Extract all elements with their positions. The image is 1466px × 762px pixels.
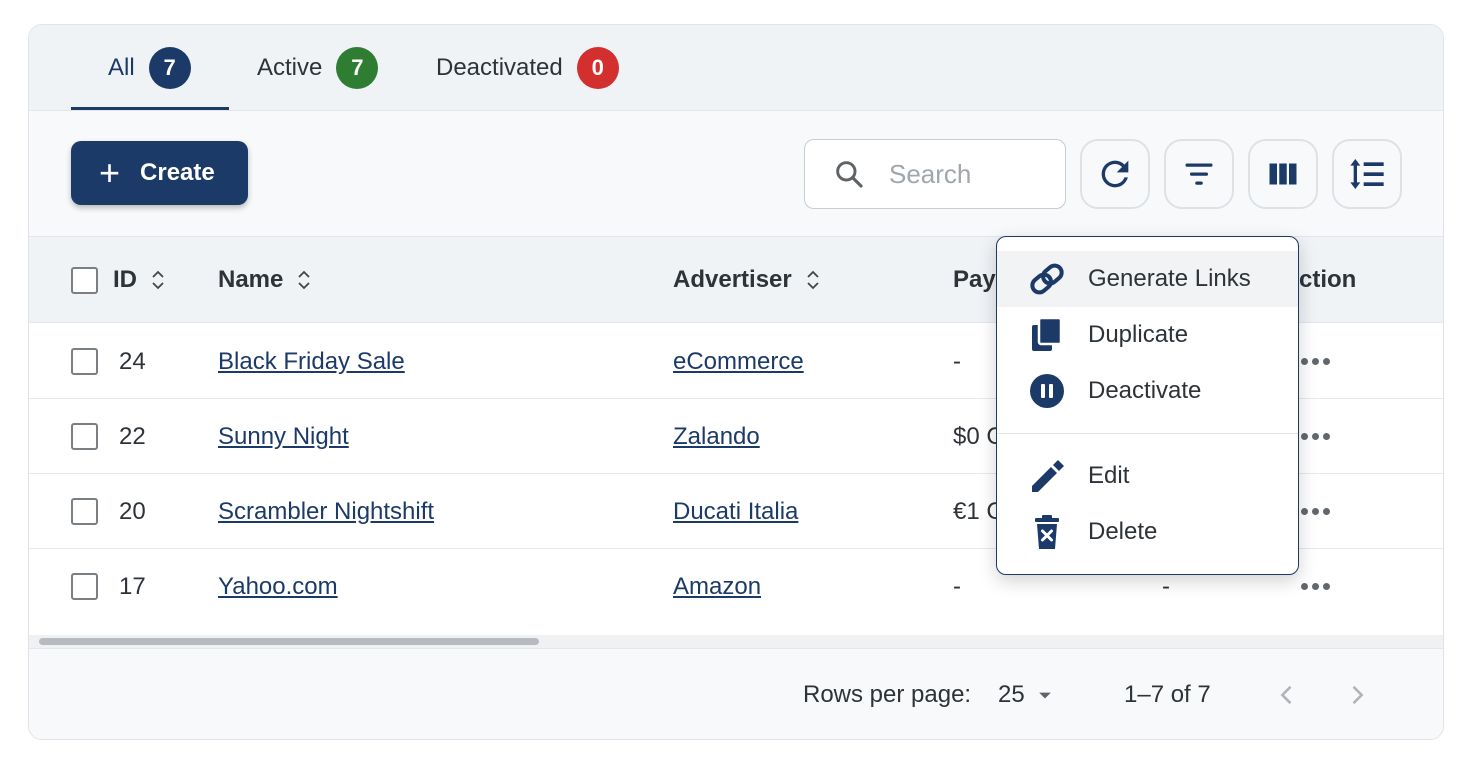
sort-icon: [152, 270, 164, 290]
scrollbar-thumb[interactable]: [39, 638, 539, 645]
pause-circle-icon: [1027, 371, 1067, 411]
menu-divider: [997, 433, 1298, 434]
menu-item-deactivate[interactable]: Deactivate: [997, 363, 1298, 419]
horizontal-scrollbar[interactable]: [29, 635, 1443, 649]
chevron-right-icon: [1352, 685, 1364, 705]
advertiser-link[interactable]: Amazon: [673, 573, 761, 601]
row-checkbox[interactable]: [71, 423, 98, 450]
tab-deactivated[interactable]: Deactivated 0: [436, 25, 619, 111]
menu-item-delete[interactable]: Delete: [997, 504, 1298, 560]
pagination-range: 1–7 of 7: [1124, 681, 1211, 708]
header-action-label: ction: [1299, 266, 1357, 293]
tab-deactivated-count-badge: 0: [576, 47, 619, 89]
rows-per-page-select[interactable]: 25: [998, 649, 1059, 739]
search-input[interactable]: [889, 158, 1039, 190]
more-actions-icon[interactable]: [1301, 508, 1330, 515]
row-actions-menu: Generate Links Duplicate Deactivate Edit…: [996, 236, 1299, 575]
row-id: 24: [119, 347, 146, 375]
header-id-label: ID: [113, 266, 137, 293]
trash-icon: [1027, 512, 1067, 552]
menu-item-generate-links[interactable]: Generate Links: [997, 251, 1298, 307]
campaign-name-link[interactable]: Yahoo.com: [218, 573, 338, 601]
tab-bar: All 7 Active 7 Deactivated 0: [29, 25, 1443, 111]
row-id: 22: [119, 422, 146, 450]
pencil-icon: [1027, 456, 1067, 496]
header-name[interactable]: Name: [218, 237, 313, 323]
header-payout-label: Pay: [953, 266, 996, 293]
more-actions-icon[interactable]: [1301, 358, 1330, 365]
row-payout: -: [953, 572, 961, 600]
menu-item-duplicate[interactable]: Duplicate: [997, 307, 1298, 363]
menu-item-edit[interactable]: Edit: [997, 448, 1298, 504]
row-id: 17: [119, 572, 146, 600]
more-actions-icon[interactable]: [1301, 433, 1330, 440]
header-name-label: Name: [218, 266, 284, 293]
rows-per-page-label: Rows per page:: [803, 681, 972, 708]
select-all-checkbox[interactable]: [71, 266, 98, 294]
row-checkbox[interactable]: [71, 498, 98, 525]
filter-icon: [1185, 163, 1213, 185]
refresh-icon: [1101, 160, 1129, 188]
duplicate-icon: [1027, 315, 1067, 355]
chevron-down-icon: [1038, 692, 1051, 699]
menu-item-label: Deactivate: [1088, 377, 1202, 404]
active-tab-indicator: [71, 107, 229, 110]
sort-icon: [298, 270, 311, 290]
search-box[interactable]: [804, 139, 1066, 209]
menu-item-label: Generate Links: [1088, 265, 1251, 292]
tab-all[interactable]: All 7: [108, 25, 191, 111]
link-icon: [1027, 259, 1067, 299]
select-all-cell: [71, 237, 98, 323]
campaign-name-link[interactable]: Scrambler Nightshift: [218, 498, 434, 526]
advertiser-link[interactable]: Zalando: [673, 423, 760, 451]
pagination-footer: Rows per page: 25 1–7 of 7: [29, 649, 1443, 739]
next-page-button[interactable]: [1339, 677, 1375, 713]
tab-active[interactable]: Active 7: [257, 25, 379, 111]
more-actions-icon[interactable]: [1301, 583, 1330, 590]
row-checkbox[interactable]: [71, 348, 98, 375]
menu-item-label: Edit: [1088, 462, 1130, 489]
advertiser-link[interactable]: eCommerce: [673, 348, 804, 376]
density-button[interactable]: [1332, 139, 1402, 209]
refresh-button[interactable]: [1080, 139, 1150, 209]
sort-icon: [807, 270, 819, 290]
tab-active-label: Active: [257, 54, 323, 81]
columns-button[interactable]: [1248, 139, 1318, 209]
header-advertiser-label: Advertiser: [673, 266, 792, 293]
header-id[interactable]: ID: [113, 237, 167, 323]
plus-icon: +: [99, 152, 121, 193]
campaign-name-link[interactable]: Black Friday Sale: [218, 348, 405, 376]
row-id: 20: [119, 497, 146, 525]
filter-button[interactable]: [1164, 139, 1234, 209]
tab-all-label: All: [108, 54, 135, 81]
rows-per-page-value: 25: [998, 681, 1025, 708]
campaign-name-link[interactable]: Sunny Night: [218, 423, 349, 451]
menu-item-label: Delete: [1088, 518, 1158, 545]
previous-page-button[interactable]: [1269, 677, 1305, 713]
header-payout[interactable]: Pay: [953, 237, 996, 323]
tab-active-count-badge: 7: [336, 47, 379, 89]
density-icon: [1350, 159, 1384, 189]
chevron-left-icon: [1280, 685, 1292, 705]
tab-deactivated-label: Deactivated: [436, 54, 563, 81]
create-button[interactable]: + Create: [71, 141, 248, 205]
row-checkbox[interactable]: [71, 573, 98, 600]
create-button-label: Create: [140, 159, 215, 186]
tab-all-count-badge: 7: [148, 47, 191, 89]
menu-item-label: Duplicate: [1088, 321, 1189, 348]
advertiser-link[interactable]: Ducati Italia: [673, 498, 798, 526]
search-icon: [836, 161, 863, 188]
row-payout: -: [953, 347, 961, 375]
header-action: ction: [1299, 237, 1356, 323]
header-advertiser[interactable]: Advertiser: [673, 237, 822, 323]
toolbar: + Create: [29, 111, 1443, 237]
columns-icon: [1269, 163, 1297, 185]
